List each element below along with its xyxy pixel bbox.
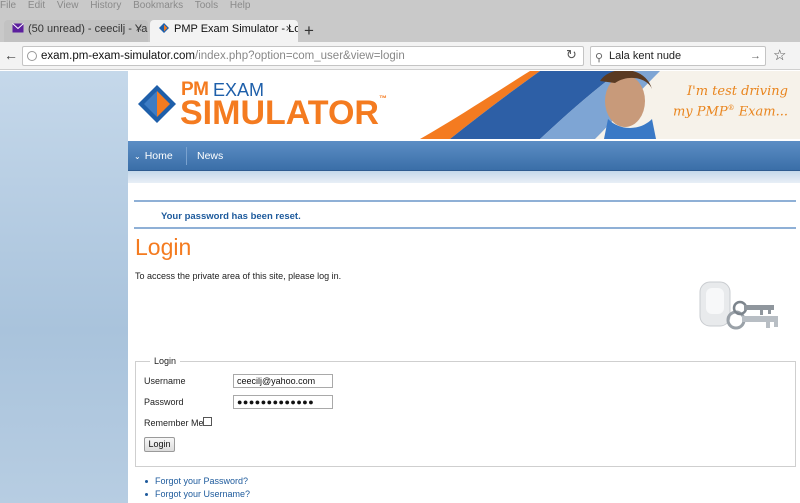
tab-strip: (50 unread) - ceecilj - Yah... × PMP Exa… — [0, 14, 800, 42]
logo-simulator-text: SIMULATOR™ — [180, 94, 387, 132]
tab-close-icon[interactable]: × — [136, 23, 142, 35]
browser-menu-bar: File Edit View History Bookmarks Tools H… — [0, 0, 800, 14]
menu-history[interactable]: History — [90, 0, 121, 11]
username-input[interactable]: ceecilj@yahoo.com — [233, 374, 333, 388]
login-form-fieldset: Login Username ceecilj@yahoo.com Passwor… — [135, 356, 796, 467]
mail-icon — [12, 23, 24, 33]
menu-item-news[interactable]: News — [197, 150, 223, 162]
tab-pmp-exam-simulator[interactable]: PMP Exam Simulator - Lo... × — [150, 20, 298, 42]
page-background: PM EXAM SIMULATOR™ I'm test driving my P… — [0, 71, 800, 503]
menu-edit[interactable]: Edit — [28, 0, 45, 11]
pm-diamond-logo-icon — [138, 85, 176, 123]
search-input[interactable]: Lala kent nude — [609, 50, 681, 62]
menu-divider — [186, 147, 187, 165]
url-path: /index.php?option=com_user&view=login — [195, 50, 405, 62]
menu-item-home[interactable]: ⌄ Home — [134, 150, 173, 162]
system-message-text: Your password has been reset. — [161, 211, 301, 222]
content-gap — [128, 171, 800, 183]
bookmark-star-icon[interactable]: ☆ — [773, 46, 786, 64]
tab-yahoo-mail[interactable]: (50 unread) - ceecilj - Yah... × — [4, 20, 148, 42]
menu-file[interactable]: File — [0, 0, 16, 11]
banner-tagline: I'm test driving my PMP® Exam... — [672, 84, 788, 120]
pm-logo-favicon-icon — [159, 23, 169, 33]
tab-title: (50 unread) - ceecilj - Yah... — [28, 23, 148, 35]
search-icon: ⚲ — [595, 52, 604, 64]
menu-help[interactable]: Help — [230, 0, 251, 11]
url-bar[interactable]: exam.pm-exam-simulator.com/index.php?opt… — [22, 46, 584, 66]
account-help-links: Forgot your Password? Forgot your Userna… — [145, 475, 250, 501]
chevron-down-icon: ⌄ — [134, 152, 141, 161]
site-main-menu: ⌄ Home News — [128, 141, 800, 171]
keys-icon — [699, 281, 778, 330]
site-banner: PM EXAM SIMULATOR™ I'm test driving my P… — [128, 71, 800, 139]
login-intro-text: To access the private area of this site,… — [135, 271, 342, 281]
globe-icon — [27, 51, 37, 61]
list-item: Forgot your Password? — [145, 475, 250, 488]
menu-tools[interactable]: Tools — [195, 0, 218, 11]
browser-nav-bar: ← exam.pm-exam-simulator.com/index.php?o… — [0, 42, 800, 70]
login-form-legend: Login — [150, 356, 181, 366]
tab-title: PMP Exam Simulator - Lo... — [174, 23, 298, 35]
url-host: exam.pm-exam-simulator.com — [41, 50, 196, 62]
username-label: Username — [144, 376, 186, 386]
search-bar[interactable]: ⚲ Lala kent nude → — [590, 46, 766, 66]
list-item: Forgot your Username? — [145, 488, 250, 501]
remember-me-label: Remember Me — [144, 418, 204, 428]
menu-view[interactable]: View — [57, 0, 79, 11]
new-tab-button[interactable]: + — [304, 22, 314, 40]
menu-bookmarks[interactable]: Bookmarks — [133, 0, 183, 11]
search-go-arrow-icon[interactable]: → — [750, 47, 761, 65]
page-title: Login — [135, 234, 192, 260]
back-arrow-icon[interactable]: ← — [4, 47, 18, 63]
tab-close-icon[interactable]: × — [286, 23, 292, 35]
password-label: Password — [144, 397, 184, 407]
remember-me-checkbox[interactable] — [203, 417, 212, 426]
forgot-username-link[interactable]: Forgot your Username? — [155, 489, 250, 499]
login-button[interactable]: Login — [144, 437, 175, 452]
password-input[interactable]: ●●●●●●●●●●●●● — [233, 395, 333, 409]
reload-icon[interactable]: ↻ — [566, 47, 577, 63]
site-container: PM EXAM SIMULATOR™ I'm test driving my P… — [128, 71, 800, 503]
system-message-box: Your password has been reset. — [134, 200, 796, 229]
forgot-password-link[interactable]: Forgot your Password? — [155, 476, 248, 486]
